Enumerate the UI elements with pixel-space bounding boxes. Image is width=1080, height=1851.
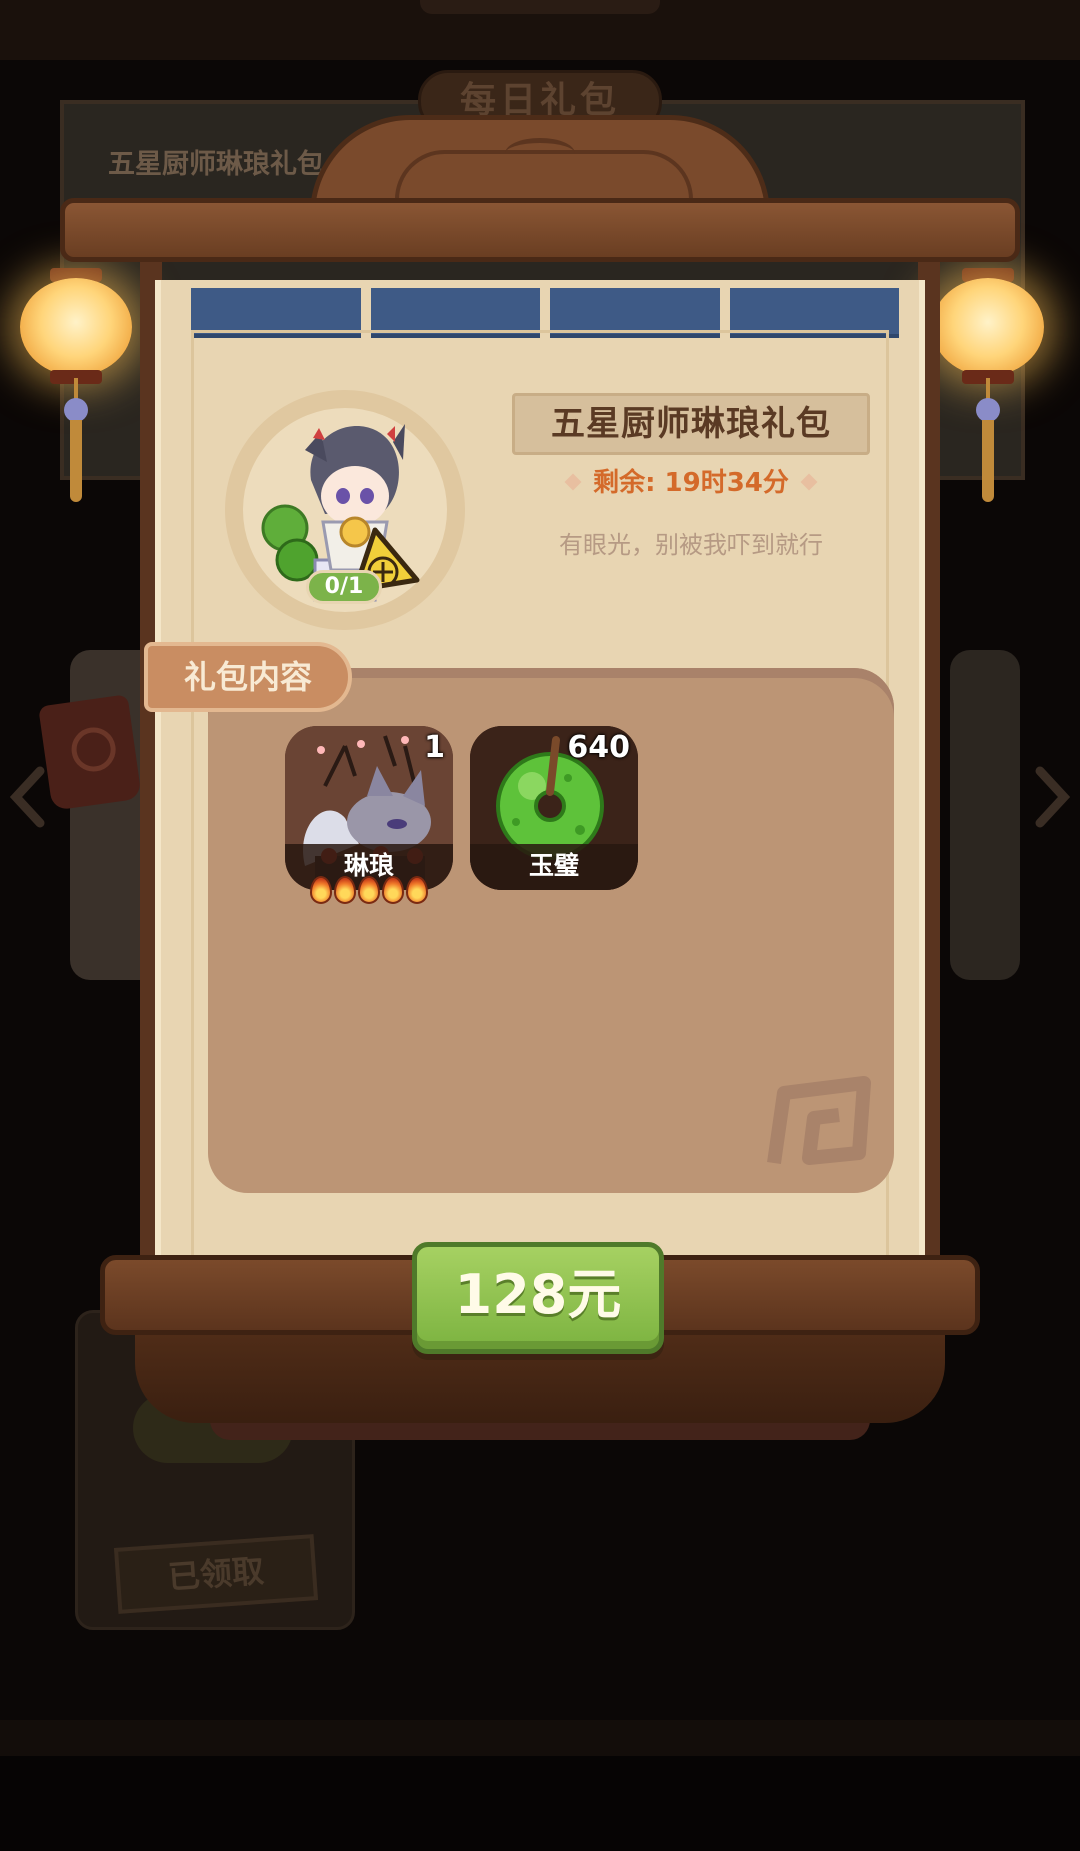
reward-item-count: 640 [567,730,630,765]
flame-star-icon [406,876,428,904]
background-top-bar [0,0,1080,60]
reward-item-jade[interactable]: 640 玉璧 [470,726,638,890]
pack-title-plate: 五星厨师琳琅礼包 [512,393,870,455]
background-claimed-button: 已领取 [113,1534,319,1614]
chevron-left-icon[interactable] [8,765,48,829]
pack-progress-badge: 0/1 [306,570,382,604]
background-claimed-label: 已领取 [166,1551,266,1597]
purchase-button[interactable]: 128元 [412,1242,664,1354]
flame-star-icon [310,876,332,904]
flame-star-icon [334,876,356,904]
reward-item-chef[interactable]: 1 琳琅 [285,726,453,890]
swirl-decoration-icon [767,1076,871,1165]
pack-timer-text: 剩余: 19时34分 [593,468,789,498]
pack-title: 五星厨师琳琅礼包 [551,404,831,444]
pack-contents-tab: 礼包内容 [144,642,352,712]
reward-item-name: 玉璧 [470,844,638,890]
flame-star-icon [382,876,404,904]
chevron-right-icon[interactable] [1032,765,1072,829]
flame-star-icon [358,876,380,904]
background-bottom-bar [0,1720,1080,1851]
rarity-stars [310,876,428,904]
reward-item-count: 1 [424,730,445,765]
pack-timer: 剩余: 19时34分 [512,462,870,499]
pack-description: 有眼光，别被我吓到就行 [559,531,823,559]
frame-top-beam [60,198,1020,262]
